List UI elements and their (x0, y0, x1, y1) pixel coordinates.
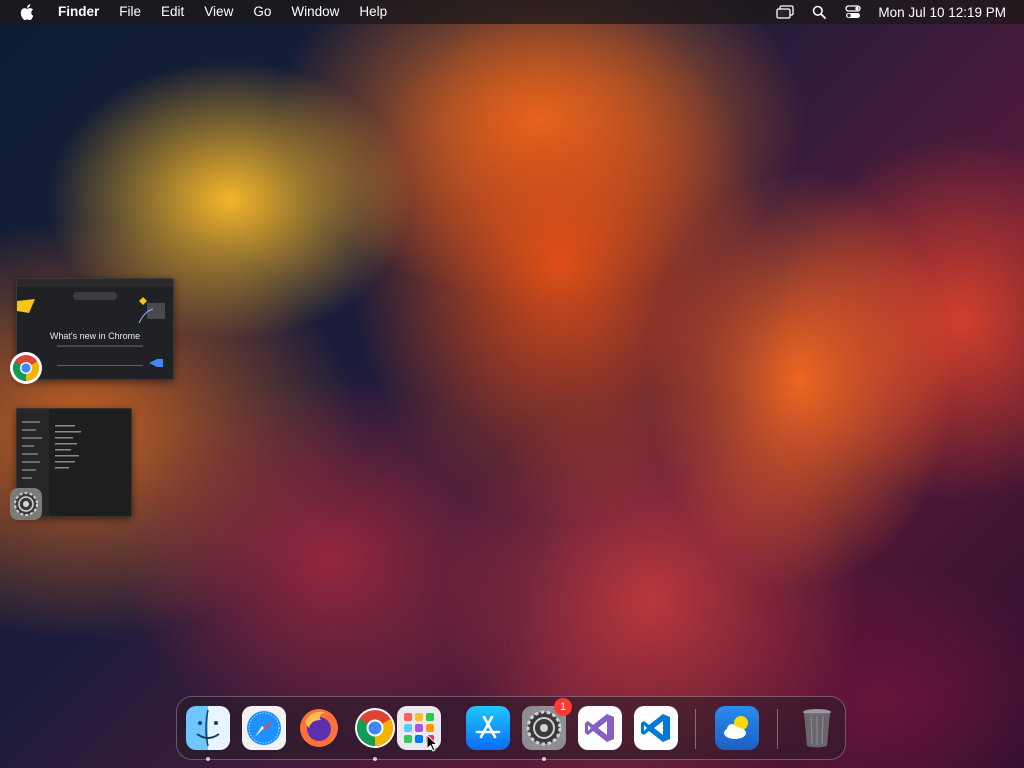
dock-chrome-icon[interactable] (353, 706, 397, 750)
dock-separator-2 (777, 709, 778, 749)
control-center-icon[interactable] (842, 3, 864, 21)
menu-bar: Finder File Edit View Go Window Help Mon… (0, 0, 1024, 24)
chrome-icon[interactable] (10, 352, 42, 384)
settings-running-indicator (542, 757, 546, 761)
dock-visual-studio-icon[interactable] (578, 706, 622, 750)
menu-window[interactable]: Window (281, 0, 349, 24)
thumb-yellow-shape (17, 299, 35, 313)
dock: 1 (176, 696, 846, 761)
dock-safari-icon[interactable] (242, 706, 286, 750)
dock-weather-icon[interactable] (715, 706, 759, 750)
search-icon[interactable] (808, 3, 830, 21)
dock-system-settings-icon[interactable]: 1 (522, 698, 572, 750)
thumb-sidebar-items (22, 421, 42, 479)
menu-app-name[interactable]: Finder (48, 0, 109, 24)
thumb-heading: What's new in Chrome (49, 331, 141, 341)
thumb-tab-strip (17, 279, 173, 287)
dock-firefox-icon[interactable] (297, 706, 341, 750)
finder-running-indicator (206, 757, 210, 761)
menu-file[interactable]: File (109, 0, 151, 24)
thumb-text-line (57, 345, 143, 347)
menu-clock[interactable]: Mon Jul 10 12:19 PM (878, 5, 1006, 20)
dock-separator (695, 709, 696, 749)
notification-badge: 1 (554, 698, 572, 716)
apple-icon[interactable] (20, 4, 34, 20)
desktop: Finder File Edit View Go Window Help Mon… (0, 0, 1024, 768)
thumb-address-pill (73, 292, 117, 300)
menu-help[interactable]: Help (349, 0, 397, 24)
wallpaper (0, 0, 1024, 768)
thumb-blue-arrow (149, 359, 163, 367)
dock-trash-icon[interactable] (795, 706, 839, 750)
dock-app-store-icon[interactable] (466, 706, 510, 750)
dock-finder-icon[interactable] (186, 706, 230, 750)
system-settings-icon[interactable] (10, 488, 42, 520)
thumb-illustration (138, 297, 165, 324)
menu-edit[interactable]: Edit (151, 0, 194, 24)
thumb-content-lines (55, 425, 81, 469)
menu-view[interactable]: View (194, 0, 243, 24)
mouse-cursor-icon (426, 734, 438, 752)
dock-vscode-icon[interactable] (634, 706, 678, 750)
screen-mirroring-icon[interactable] (774, 3, 796, 21)
chrome-running-indicator (373, 757, 377, 761)
thumb-progress-line (57, 365, 143, 366)
menu-go[interactable]: Go (243, 0, 281, 24)
